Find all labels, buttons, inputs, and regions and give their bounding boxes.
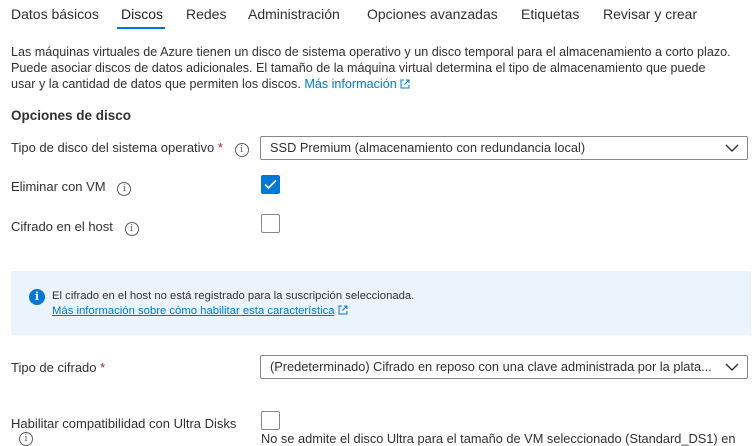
required-mark: * bbox=[100, 360, 106, 375]
os-disk-type-label: Tipo de disco del sistema operativo * i bbox=[11, 140, 249, 157]
info-icon[interactable]: i bbox=[19, 432, 33, 446]
encryption-at-host-label: Cifrado en el host i bbox=[11, 219, 139, 236]
tab-review-create[interactable]: Revisar y crear bbox=[603, 6, 697, 22]
active-tab-indicator bbox=[117, 27, 165, 29]
encryption-type-label: Tipo de cifrado * bbox=[11, 360, 106, 375]
intro-line-3-text: usar y la cantidad de datos que permiten… bbox=[11, 77, 301, 91]
learn-more-link[interactable]: Más información bbox=[304, 77, 410, 91]
tab-disks[interactable]: Discos bbox=[121, 6, 163, 22]
section-title-disk-options: Opciones de disco bbox=[11, 108, 132, 123]
encryption-type-value: (Predeterminado) Cifrado en reposo con u… bbox=[270, 359, 712, 374]
ultra-disks-checkbox[interactable] bbox=[261, 411, 280, 430]
info-icon[interactable]: i bbox=[124, 222, 139, 236]
intro-line-2: Puede asociar discos de datos adicionale… bbox=[11, 61, 706, 75]
info-filled-icon: i bbox=[29, 289, 45, 305]
tab-bar: Datos básicos Discos Redes Administració… bbox=[0, 0, 754, 30]
os-disk-type-value: SSD Premium (almacenamiento con redundan… bbox=[270, 140, 586, 155]
info-icon[interactable]: i bbox=[234, 143, 249, 157]
info-banner-link[interactable]: Más información sobre cómo habilitar est… bbox=[52, 305, 348, 317]
tab-basics[interactable]: Datos básicos bbox=[11, 6, 99, 22]
encryption-type-dropdown[interactable]: (Predeterminado) Cifrado en reposo con u… bbox=[260, 355, 748, 379]
info-icon[interactable]: i bbox=[117, 182, 132, 196]
tab-tags[interactable]: Etiquetas bbox=[521, 6, 579, 22]
info-banner-message: El cifrado en el host no está registrado… bbox=[52, 290, 415, 302]
intro-paragraph: Las máquinas virtuales de Azure tienen u… bbox=[11, 44, 751, 92]
intro-line-1: Las máquinas virtuales de Azure tienen u… bbox=[11, 45, 731, 59]
chevron-down-icon bbox=[725, 363, 739, 371]
tab-management[interactable]: Administración bbox=[248, 6, 340, 22]
tab-advanced[interactable]: Opciones avanzadas bbox=[367, 6, 498, 22]
external-link-icon bbox=[400, 79, 410, 89]
os-disk-type-dropdown[interactable]: SSD Premium (almacenamiento con redundan… bbox=[260, 136, 748, 160]
delete-with-vm-checkbox[interactable] bbox=[261, 175, 280, 194]
external-link-icon bbox=[338, 305, 348, 315]
intro-line-3: usar y la cantidad de datos que permiten… bbox=[11, 76, 751, 92]
ultra-disks-note: No se admite el disco Ultra para el tama… bbox=[261, 431, 736, 446]
tab-networking[interactable]: Redes bbox=[186, 6, 226, 22]
info-banner: i El cifrado en el host no está registra… bbox=[11, 271, 751, 335]
ultra-disks-label: Habilitar compatibilidad con Ultra Disks bbox=[11, 416, 237, 431]
encryption-at-host-checkbox[interactable] bbox=[261, 214, 280, 233]
checkmark-icon bbox=[264, 179, 277, 190]
required-mark: * bbox=[217, 140, 223, 155]
chevron-down-icon bbox=[725, 144, 739, 152]
delete-with-vm-label: Eliminar con VM i bbox=[11, 179, 132, 196]
